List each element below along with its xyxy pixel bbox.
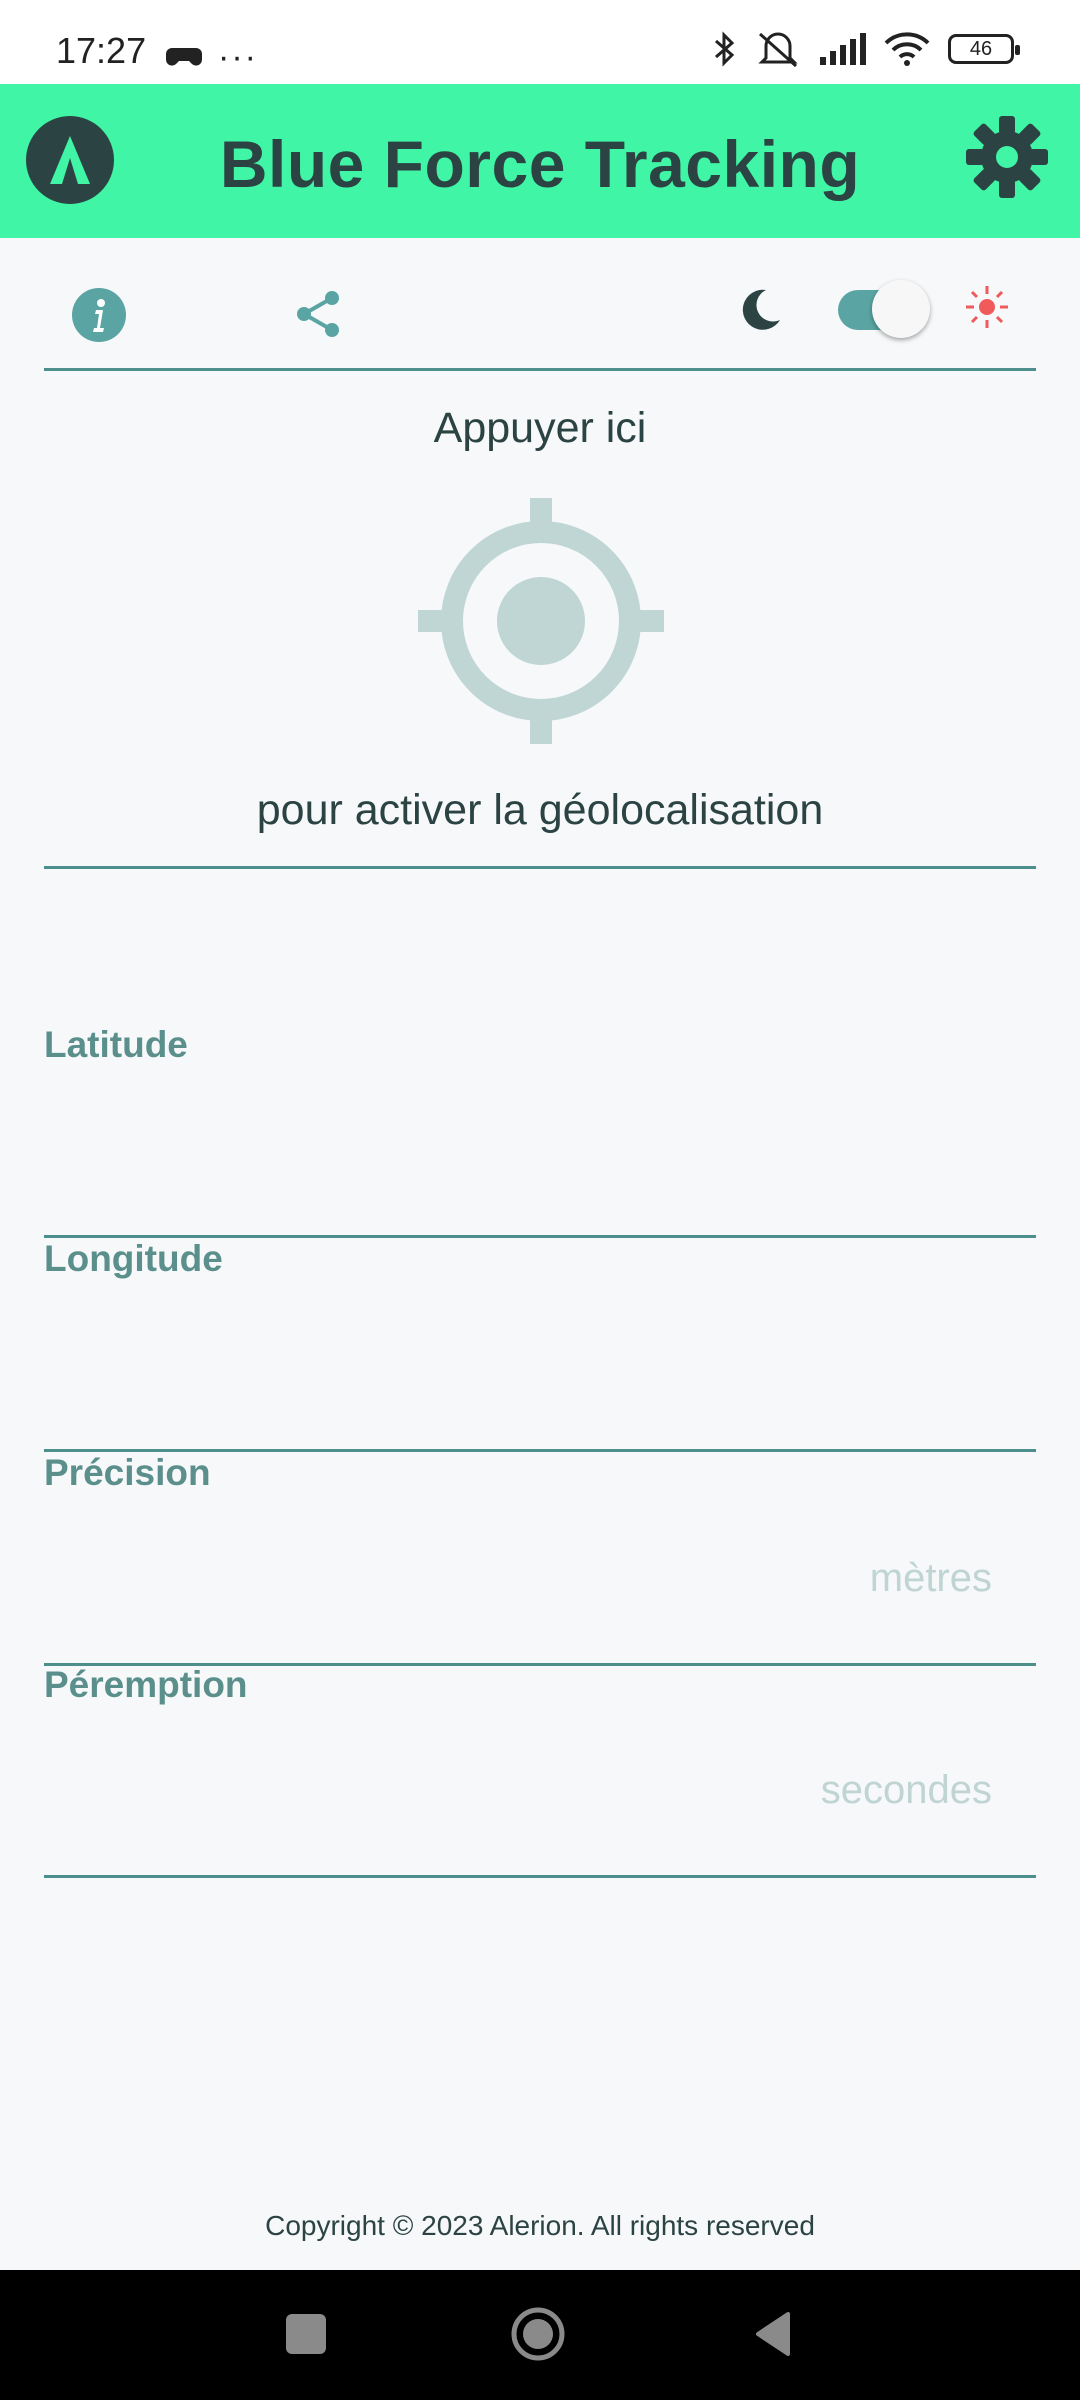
bluetooth-icon xyxy=(715,31,735,67)
precision-unit: mètres xyxy=(869,1556,992,1600)
geolocation-hint-top: Appuyer ici xyxy=(433,404,647,452)
divider xyxy=(44,866,1036,869)
precision-label: Précision xyxy=(44,1452,211,1493)
info-icon xyxy=(93,299,105,332)
moon-icon xyxy=(742,289,780,330)
status-time: 17:27 xyxy=(56,30,147,71)
wifi-icon xyxy=(884,32,930,66)
expiry-field[interactable]: Péremption secondes xyxy=(44,1664,1036,1878)
expiry-label: Péremption xyxy=(44,1664,248,1705)
longitude-field[interactable]: Longitude xyxy=(44,1238,1036,1452)
precision-field[interactable]: Précision mètres xyxy=(44,1452,1036,1666)
system-nav-bar xyxy=(0,2270,1080,2400)
longitude-label: Longitude xyxy=(44,1238,223,1279)
theme-toggle[interactable] xyxy=(838,280,930,338)
battery-level: 46 xyxy=(969,37,993,60)
latitude-label: Latitude xyxy=(44,1024,188,1065)
battery-icon: 46 xyxy=(948,34,1020,64)
info-button[interactable] xyxy=(72,288,126,342)
share-button[interactable] xyxy=(290,286,346,342)
more-notifications-icon: ··· xyxy=(218,38,258,76)
copyright-text: Copyright © 2023 Alerion. All rights res… xyxy=(265,2210,815,2241)
toggle-knob xyxy=(872,280,930,338)
locate-button[interactable] xyxy=(418,498,664,744)
crosshair-icon xyxy=(418,498,664,744)
status-bar: 17:27 ··· 46 xyxy=(0,0,1080,84)
back-button[interactable] xyxy=(752,2310,792,2358)
divider xyxy=(44,368,1036,371)
signal-icon xyxy=(820,33,866,65)
latitude-field[interactable]: Latitude xyxy=(44,1024,1036,1238)
app-header: Blue Force Tracking xyxy=(0,84,1080,238)
app-title: Blue Force Tracking xyxy=(219,127,861,201)
settings-button[interactable] xyxy=(964,114,1050,200)
game-controller-icon xyxy=(166,47,202,66)
geolocation-hint-bottom: pour activer la géolocalisation xyxy=(256,786,824,834)
mute-icon xyxy=(758,32,798,68)
field-underline xyxy=(44,1875,1036,1878)
home-button[interactable] xyxy=(510,2306,566,2362)
share-icon xyxy=(297,291,339,337)
gear-icon xyxy=(966,116,1048,198)
recents-button[interactable] xyxy=(286,2314,326,2354)
expiry-unit: secondes xyxy=(820,1768,992,1812)
sun-icon xyxy=(966,286,1008,328)
toolbar xyxy=(0,238,1080,372)
